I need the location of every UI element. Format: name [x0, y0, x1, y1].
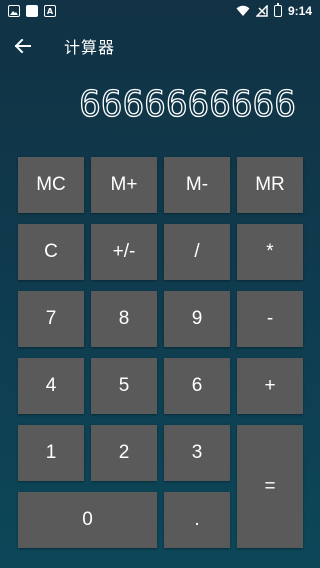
equals-button[interactable]: =: [237, 425, 303, 548]
memory-subtract-button[interactable]: M-: [164, 157, 230, 213]
keypad: MC M+ M- MR C +/- / * 7 8 9 - 4 5 6 + 1 …: [18, 157, 303, 548]
image-icon: [8, 5, 20, 17]
digit-7-button[interactable]: 7: [18, 291, 84, 347]
calculator-display: 6666666666: [79, 84, 296, 126]
decimal-point-button[interactable]: .: [164, 492, 230, 548]
subtract-button[interactable]: -: [237, 291, 303, 347]
multiply-button[interactable]: *: [237, 224, 303, 280]
digit-9-button[interactable]: 9: [164, 291, 230, 347]
status-bar: A 9:14: [0, 0, 320, 22]
clear-button[interactable]: C: [18, 224, 84, 280]
memory-add-button[interactable]: M+: [91, 157, 157, 213]
divide-button[interactable]: /: [164, 224, 230, 280]
a-icon: A: [44, 5, 56, 17]
add-button[interactable]: +: [237, 358, 303, 414]
digit-2-button[interactable]: 2: [91, 425, 157, 481]
wifi-icon: [236, 5, 250, 16]
digit-6-button[interactable]: 6: [164, 358, 230, 414]
status-left: A: [8, 5, 56, 17]
digit-1-button[interactable]: 1: [18, 425, 84, 481]
back-button[interactable]: [0, 22, 46, 70]
digit-5-button[interactable]: 5: [91, 358, 157, 414]
square-icon: [26, 5, 38, 17]
digit-8-button[interactable]: 8: [91, 291, 157, 347]
memory-recall-button[interactable]: MR: [237, 157, 303, 213]
arrow-left-icon: [15, 39, 31, 53]
status-right: 9:14: [236, 3, 312, 18]
status-time: 9:14: [287, 4, 312, 18]
page-title: 计算器: [64, 38, 116, 57]
calculator-app: A 9:14 计算器 6666666666 MC M+ M- MR C +/- …: [0, 0, 320, 568]
digit-3-button[interactable]: 3: [164, 425, 230, 481]
digit-0-button[interactable]: 0: [18, 492, 157, 548]
sign-toggle-button[interactable]: +/-: [91, 224, 157, 280]
signal-icon: [255, 5, 268, 17]
digit-4-button[interactable]: 4: [18, 358, 84, 414]
battery-icon: [273, 3, 282, 17]
app-toolbar: 计算器: [0, 22, 320, 70]
memory-clear-button[interactable]: MC: [18, 157, 84, 213]
